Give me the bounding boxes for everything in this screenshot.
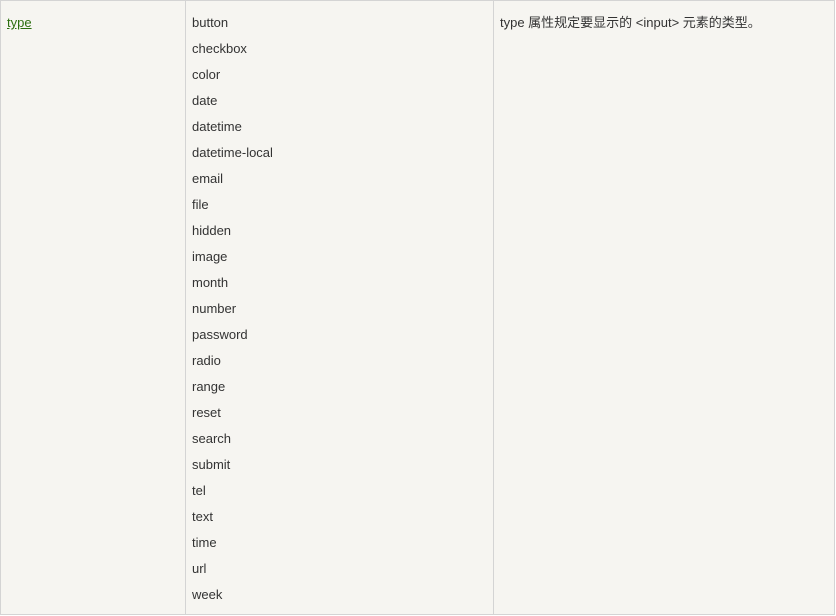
table-row: type button checkbox color date datetime… (0, 0, 835, 615)
value-item: password (192, 327, 248, 342)
value-item: text (192, 509, 213, 524)
value-item: hidden (192, 223, 232, 238)
value-item: image (192, 249, 228, 264)
attribute-values-cell: button checkbox color date datetime date… (185, 0, 494, 615)
value-item: month (192, 275, 229, 290)
value-item: time (192, 535, 217, 550)
attribute-description: type 属性规定要显示的 <input> 元素的类型。 (500, 15, 761, 30)
value-item: range (192, 379, 226, 394)
value-item: datetime-local (192, 145, 273, 160)
value-item: color (192, 67, 221, 82)
value-list: button checkbox color date datetime date… (186, 1, 493, 612)
value-item: number (192, 301, 237, 316)
value-item: email (192, 171, 224, 186)
value-item: submit (192, 457, 231, 472)
value-item: file (192, 197, 209, 212)
value-item: url (192, 561, 207, 576)
attribute-name-cell: type (0, 0, 186, 615)
value-item: checkbox (192, 41, 247, 56)
attribute-table: type button checkbox color date datetime… (0, 0, 835, 615)
value-item: reset (192, 405, 221, 420)
value-item: tel (192, 483, 206, 498)
value-item: search (192, 431, 232, 446)
value-item: radio (192, 353, 221, 368)
value-item: date (192, 93, 218, 108)
attribute-name-container: type (1, 1, 185, 31)
value-item: datetime (192, 119, 242, 134)
attribute-description-cell: type 属性规定要显示的 <input> 元素的类型。 (493, 0, 835, 615)
value-item: button (192, 15, 229, 30)
value-item: week (192, 587, 223, 602)
attribute-name-link[interactable]: type (7, 15, 32, 30)
